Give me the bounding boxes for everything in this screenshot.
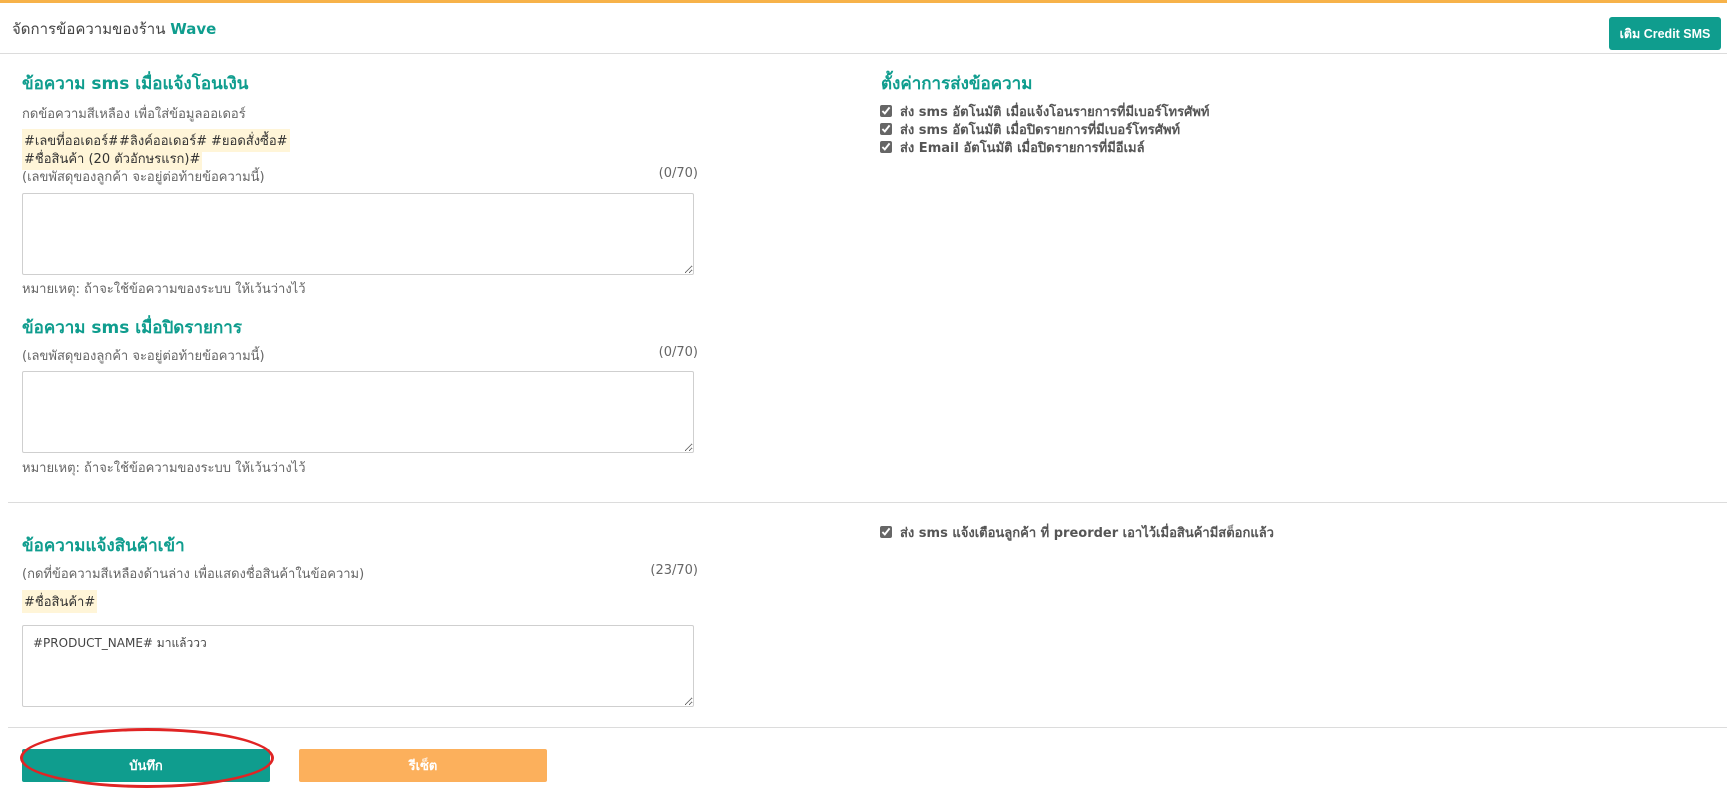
setting-sms-on-transfer[interactable]: ส่ง sms อัตโนมัติ เมื่อแจ้งโอนรายการที่ม… (880, 102, 1209, 120)
restock-title: ข้อความแจ้งสินค้าเข้า (22, 536, 185, 556)
close-sms-counter: (0/70) (658, 345, 698, 360)
transfer-sms-textarea[interactable] (22, 193, 694, 275)
setting-sms-on-transfer-checkbox[interactable] (880, 105, 892, 117)
page-header: จัดการข้อความของร้าน Wave เติม Credit SM… (0, 3, 1727, 54)
actions-divider (8, 727, 1727, 728)
tag-product-name[interactable]: #ชื่อสินค้า# (22, 590, 98, 613)
setting-email-on-close-checkbox[interactable] (880, 141, 892, 153)
setting-preorder-restock-sms-checkbox[interactable] (880, 526, 892, 538)
section-divider (8, 502, 1727, 503)
page-title-prefix: จัดการข้อความของร้าน (12, 20, 166, 38)
close-sms-title: ข้อความ sms เมื่อปิดรายการ (22, 318, 242, 338)
save-button[interactable]: บันทึก (22, 749, 270, 782)
reset-button[interactable]: รีเซ็ต (299, 749, 547, 782)
transfer-sms-hint: กดข้อความสีเหลือง เพื่อใส่ข้อมูลออเดอร์ (22, 107, 246, 122)
close-sms-textarea[interactable] (22, 371, 694, 453)
restock-hint: (กดที่ข้อความสีเหลืองด้านล่าง เพื่อแสดงช… (22, 567, 365, 582)
close-sms-note: หมายเหตุ: ถ้าจะใช้ข้อความของระบบ ให้เว้น… (22, 461, 306, 476)
add-sms-credit-button[interactable]: เติม Credit SMS (1609, 17, 1721, 50)
transfer-sms-counter: (0/70) (658, 166, 698, 181)
send-settings-title: ตั้งค่าการส่งข้อความ (881, 74, 1033, 94)
setting-sms-on-close-checkbox[interactable] (880, 123, 892, 135)
tag-order-total[interactable]: #ยอดสั่งซื้อ# (209, 129, 290, 152)
setting-sms-on-close[interactable]: ส่ง sms อัตโนมัติ เมื่อปิดรายการที่มีเบอ… (880, 120, 1180, 138)
transfer-sms-title: ข้อความ sms เมื่อแจ้งโอนเงิน (22, 74, 249, 94)
setting-email-on-close-label: ส่ง Email อัตโนมัติ เมื่อปิดรายการที่มีอ… (900, 140, 1145, 156)
setting-preorder-restock-sms-label: ส่ง sms แจ้งเตือนลูกค้า ที่ preorder เอา… (900, 525, 1274, 541)
close-sms-tracking-hint: (เลขพัสดุของลูกค้า จะอยู่ต่อท้ายข้อความน… (22, 349, 265, 364)
setting-preorder-restock-sms[interactable]: ส่ง sms แจ้งเตือนลูกค้า ที่ preorder เอา… (880, 523, 1274, 541)
restock-counter: (23/70) (650, 563, 698, 578)
restock-textarea[interactable] (22, 625, 694, 707)
setting-email-on-close[interactable]: ส่ง Email อัตโนมัติ เมื่อปิดรายการที่มีอ… (880, 138, 1145, 156)
transfer-sms-tracking-hint: (เลขพัสดุของลูกค้า จะอยู่ต่อท้ายข้อความน… (22, 170, 265, 185)
shop-name: Wave (170, 20, 217, 38)
transfer-sms-note: หมายเหตุ: ถ้าจะใช้ข้อความของระบบ ให้เว้น… (22, 282, 306, 297)
page-title: จัดการข้อความของร้าน Wave (12, 17, 216, 41)
